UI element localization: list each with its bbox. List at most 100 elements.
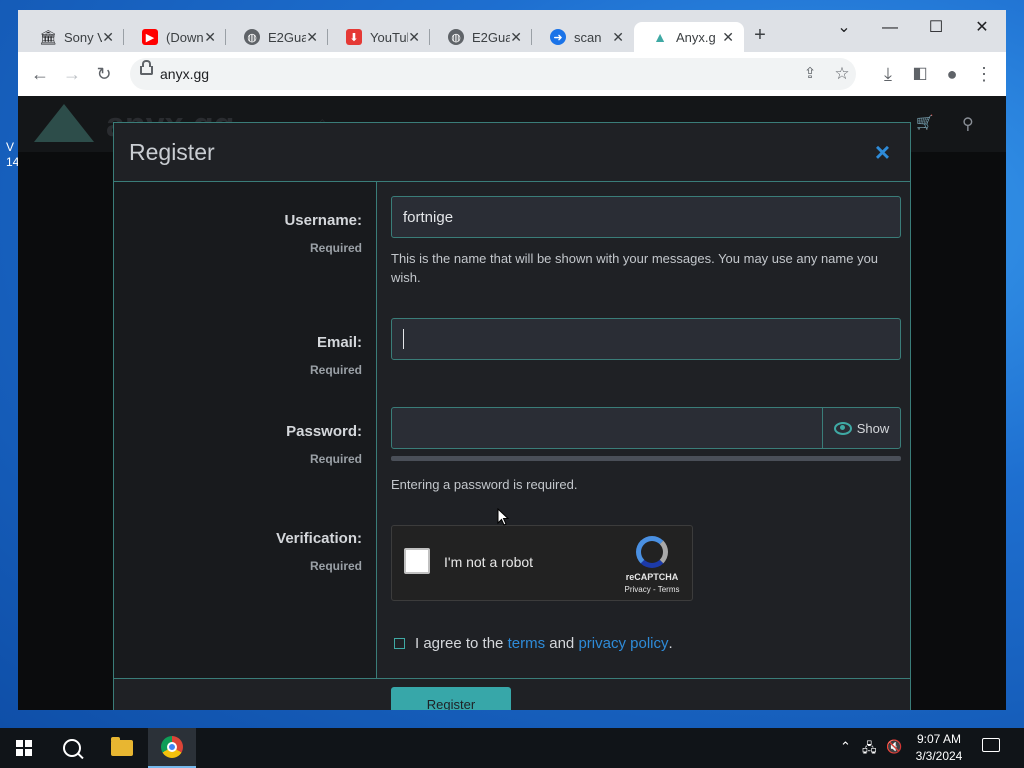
tab-download[interactable]: ▶ (Downl ✕ <box>124 22 226 52</box>
recaptcha-checkbox[interactable] <box>404 548 430 574</box>
network-icon[interactable]: 🖧 <box>862 739 877 761</box>
recaptcha-links[interactable]: Privacy - Terms <box>612 585 692 594</box>
username-required: Required <box>309 241 362 255</box>
close-tab-icon[interactable]: ✕ <box>306 29 318 46</box>
chrome-icon <box>161 736 183 758</box>
agree-checkbox[interactable] <box>394 638 405 649</box>
tab-youtube[interactable]: ⬇ YouTub ✕ <box>328 22 430 52</box>
clock[interactable]: 9:07 AM 3/3/2024 <box>906 731 972 765</box>
text-caret <box>403 329 404 349</box>
search-button[interactable] <box>48 728 96 768</box>
file-explorer-button[interactable] <box>98 728 146 768</box>
tab-title: scan <box>574 29 602 45</box>
register-modal: Register × Username: Required Email: Req… <box>113 122 911 710</box>
cart-icon[interactable]: 🛒 <box>916 114 933 131</box>
url-text: anyx.gg <box>160 66 210 82</box>
recaptcha-logo-icon <box>636 536 668 568</box>
back-icon[interactable]: ← <box>28 62 52 86</box>
verification-label: Verification: <box>276 530 362 547</box>
show-password-button[interactable]: Show <box>822 408 900 448</box>
tab-e2guardian-2[interactable]: ◍ E2Guar ✕ <box>430 22 532 52</box>
close-tab-icon[interactable]: ✕ <box>102 29 114 46</box>
tab-anyx[interactable]: ▲ Anyx.g ✕ <box>634 22 744 52</box>
download-icon: ⬇ <box>346 29 362 45</box>
building-icon: 🏛 <box>39 28 57 45</box>
close-tab-icon[interactable]: ✕ <box>408 29 420 46</box>
tab-scan[interactable]: ➜ scan ✕ <box>532 22 634 52</box>
clock-date: 3/3/2024 <box>915 749 963 763</box>
volume-muted-icon[interactable]: 🔇 <box>886 739 902 755</box>
search-icon <box>63 739 81 757</box>
tab-search-icon[interactable]: ⌄ <box>824 14 864 42</box>
recaptcha-label: I'm not a robot <box>444 554 534 570</box>
side-panel-icon[interactable]: ◧ <box>908 62 932 86</box>
youtube-icon: ▶ <box>142 29 158 45</box>
label-column: Username: Required Email: Required Passw… <box>114 182 377 678</box>
tab-title: YouTub <box>370 29 408 45</box>
tab-title: Anyx.g <box>676 29 716 45</box>
modal-header: Register × <box>114 123 910 182</box>
close-tab-icon[interactable]: ✕ <box>612 29 624 46</box>
download-icon[interactable]: ⤓ <box>876 62 900 86</box>
password-error: Entering a password is required. <box>391 477 578 492</box>
reload-icon[interactable]: ↻ <box>92 62 116 86</box>
email-label: Email: <box>316 334 362 351</box>
search-icon[interactable]: ⚲ <box>962 114 974 134</box>
close-tab-icon[interactable]: ✕ <box>510 29 522 46</box>
eye-icon <box>833 421 852 435</box>
password-strength-meter <box>391 456 901 461</box>
folder-icon <box>111 737 133 756</box>
password-required: Required <box>309 452 362 466</box>
password-input[interactable]: Show <box>391 407 901 449</box>
bookmark-star-icon[interactable]: ☆ <box>830 62 854 86</box>
agree-suffix: . <box>668 635 673 652</box>
anyx-icon: ▲ <box>653 29 667 45</box>
minimize-button[interactable]: — <box>870 14 910 42</box>
tab-strip: 🏛 Sony V ✕ ▶ (Downl ✕ ◍ E2Guar ✕ ⬇ YouTu… <box>18 10 1006 52</box>
lock-icon <box>140 60 153 75</box>
password-label: Password: <box>286 423 362 440</box>
username-input[interactable]: fortnige <box>391 196 901 238</box>
maximize-button[interactable]: ☐ <box>916 14 956 42</box>
close-tab-icon[interactable]: ✕ <box>722 29 734 46</box>
address-bar[interactable]: anyx.gg ⇪ ☆ <box>130 58 856 90</box>
agree-row: I agree to the terms and privacy policy. <box>394 635 673 652</box>
privacy-policy-link[interactable]: privacy policy <box>578 635 668 652</box>
recaptcha-widget: I'm not a robot reCAPTCHA Privacy - Term… <box>391 525 693 601</box>
modal-title: Register <box>129 139 215 165</box>
notification-icon[interactable] <box>982 738 1000 752</box>
mouse-cursor-icon <box>497 508 510 526</box>
agree-text: I agree to the <box>415 635 504 652</box>
profile-avatar-icon[interactable]: ● <box>940 62 964 86</box>
close-icon[interactable]: × <box>875 137 890 168</box>
tab-sony[interactable]: 🏛 Sony V ✕ <box>22 22 124 52</box>
browser-toolbar: ← → ↻ anyx.gg ⇪ ☆ ⤓ ◧ ● ⋮ <box>18 52 1006 97</box>
username-value: fortnige <box>403 209 454 226</box>
username-label: Username: <box>284 212 362 229</box>
tab-title: (Downl <box>166 29 205 45</box>
share-icon[interactable]: ⇪ <box>798 62 822 86</box>
globe-icon: ◍ <box>244 29 260 45</box>
tab-e2guardian-1[interactable]: ◍ E2Guar ✕ <box>226 22 328 52</box>
web-page: anyx.gg ⌂ 🛒 ⚲ Register × Username: Requi… <box>18 96 1006 710</box>
taskbar: ⌃ 🖧 🔇 9:07 AM 3/3/2024 <box>0 728 1024 768</box>
new-tab-button[interactable]: + <box>748 22 772 50</box>
username-hint: This is the name that will be shown with… <box>391 251 879 285</box>
terms-link[interactable]: terms <box>508 635 546 652</box>
register-button[interactable]: Register <box>391 687 511 710</box>
browser-window: 🏛 Sony V ✕ ▶ (Downl ✕ ◍ E2Guar ✕ ⬇ YouTu… <box>18 10 1006 710</box>
verification-required: Required <box>309 559 362 573</box>
email-input[interactable] <box>391 318 901 360</box>
tab-title: Sony V <box>64 29 103 45</box>
forward-icon[interactable]: → <box>60 62 84 86</box>
close-window-button[interactable]: ✕ <box>962 14 1002 42</box>
windows-start-icon[interactable] <box>16 740 32 756</box>
chevron-up-icon[interactable]: ⌃ <box>840 739 851 755</box>
modal-footer: Register <box>114 678 910 710</box>
tab-title: E2Guar <box>472 29 511 45</box>
chrome-taskbar-button[interactable] <box>148 728 196 768</box>
email-required: Required <box>309 363 362 377</box>
show-label: Show <box>856 420 890 436</box>
close-tab-icon[interactable]: ✕ <box>204 29 216 46</box>
menu-kebab-icon[interactable]: ⋮ <box>972 62 996 86</box>
